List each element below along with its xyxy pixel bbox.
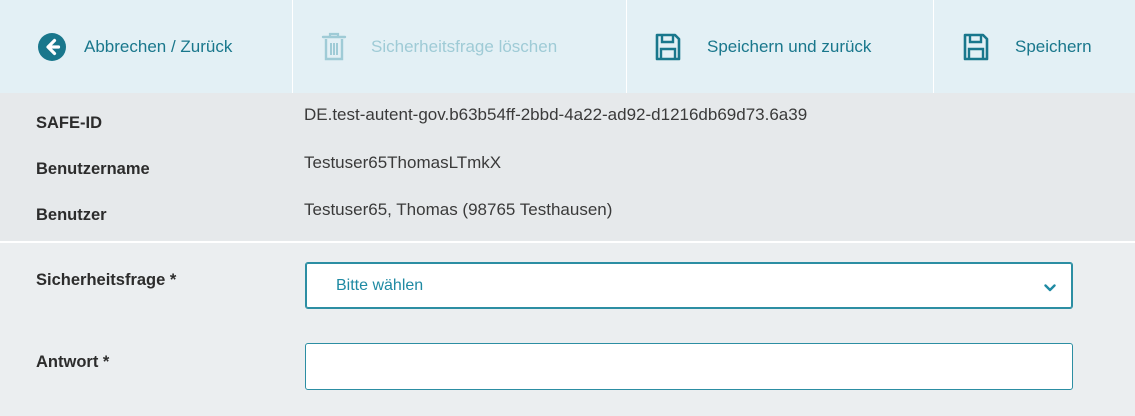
safe-id-row: SAFE-ID DE.test-autent-gov.b63b54ff-2bbd… — [0, 105, 1135, 141]
user-info-panel: SAFE-ID DE.test-autent-gov.b63b54ff-2bbd… — [0, 93, 1135, 243]
trash-icon — [321, 32, 347, 62]
answer-label: Antwort * — [36, 353, 110, 371]
save-and-back-label: Speichern und zurück — [707, 36, 872, 56]
security-question-label: Sicherheitsfrage * — [36, 271, 177, 289]
security-question-form: Sicherheitsfrage * Bitte wählen Antwort … — [0, 245, 1135, 416]
answer-input[interactable] — [305, 343, 1073, 390]
username-row: Benutzername Testuser65ThomasLTmkX — [0, 153, 1135, 187]
user-label: Benutzer — [36, 206, 107, 224]
chevron-down-icon — [1044, 280, 1056, 298]
floppy-disk-icon — [655, 33, 681, 61]
back-button-label: Abbrechen / Zurück — [84, 36, 233, 56]
user-value: Testuser65, Thomas (98765 Testhausen) — [304, 200, 613, 219]
save-label: Speichern — [1015, 36, 1092, 56]
safe-id-label: SAFE-ID — [36, 114, 102, 132]
action-toolbar: Abbrechen / Zurück Sicherheitsfrage lösc… — [0, 0, 1135, 93]
save-and-back-button[interactable]: Speichern und zurück — [627, 0, 934, 93]
floppy-disk-icon — [963, 33, 989, 61]
security-question-selected: Bitte wählen — [336, 277, 424, 294]
delete-question-label: Sicherheitsfrage löschen — [371, 36, 558, 56]
back-button[interactable]: Abbrechen / Zurück — [0, 0, 293, 93]
username-label: Benutzername — [36, 160, 150, 178]
save-button[interactable]: Speichern — [934, 0, 1135, 93]
security-question-select[interactable]: Bitte wählen — [305, 262, 1073, 309]
user-row: Benutzer Testuser65, Thomas (98765 Testh… — [0, 200, 1135, 233]
delete-question-button[interactable]: Sicherheitsfrage löschen — [293, 0, 627, 93]
arrow-left-circle-icon — [38, 32, 66, 61]
username-value: Testuser65ThomasLTmkX — [304, 153, 502, 172]
safe-id-value: DE.test-autent-gov.b63b54ff-2bbd-4a22-ad… — [304, 105, 808, 124]
